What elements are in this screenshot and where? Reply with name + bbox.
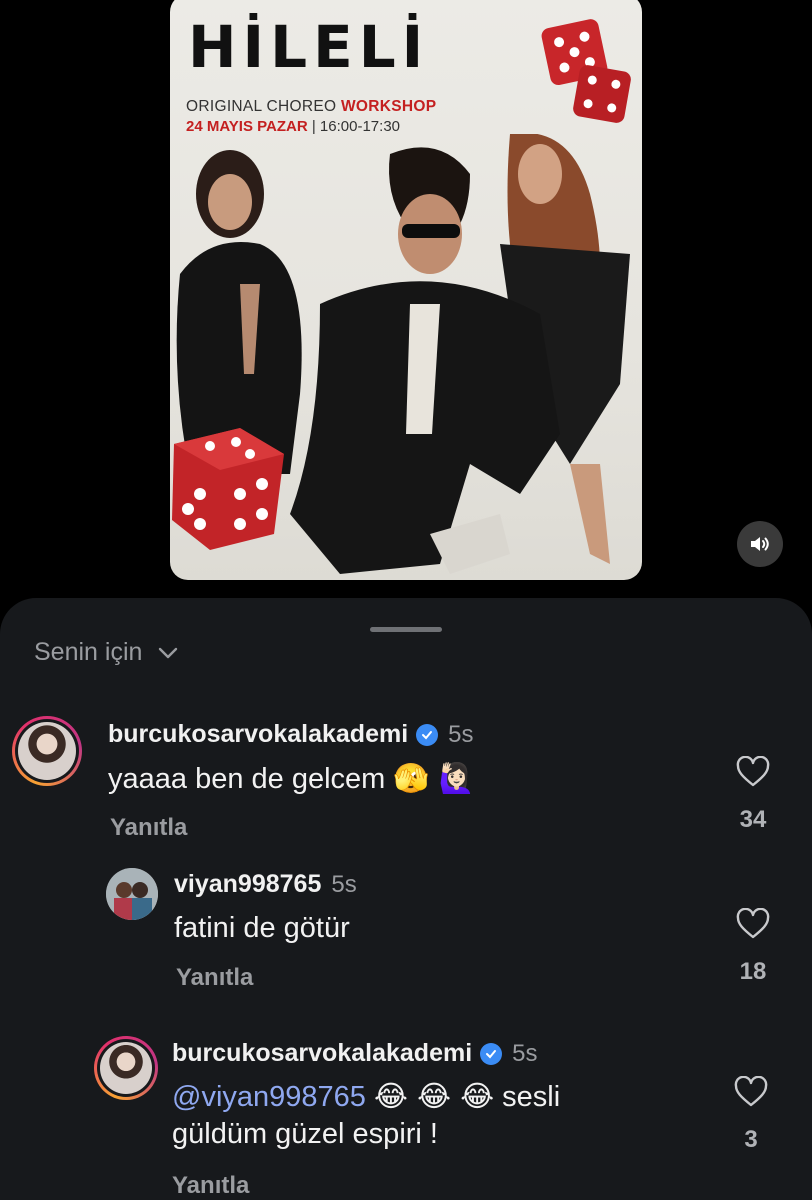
comment-time: 5s [512, 1039, 538, 1067]
comment-username[interactable]: burcukosarvokalakademi [108, 720, 408, 749]
comment-username[interactable]: viyan998765 [174, 870, 321, 899]
like-count: 34 [739, 806, 767, 833]
dice-bottom-illustration [172, 428, 284, 550]
media-area: HİLELİ ORIGINAL CHOREO WORKSHOP 24 MAYIS… [0, 0, 812, 600]
poster-subtitle: ORIGINAL CHOREO WORKSHOP [186, 98, 436, 116]
verified-badge-icon [416, 723, 439, 746]
heart-outline-icon[interactable] [733, 1076, 769, 1108]
reply-button[interactable]: Yanıtla [172, 1172, 249, 1200]
comment-text-line1: sesli [502, 1081, 561, 1113]
poster-title: HİLELİ [188, 13, 430, 81]
heart-outline-icon[interactable] [735, 908, 771, 940]
like-count: 3 [744, 1126, 758, 1153]
comments-sheet: Senin için burcukosarvokalakademi 5s yaa… [0, 598, 812, 1200]
like-count: 18 [739, 958, 767, 985]
avatar[interactable] [94, 1036, 158, 1100]
comment-time: 5s [331, 870, 357, 898]
chevron-down-icon [159, 647, 178, 658]
comment-header: burcukosarvokalakademi 5s [108, 720, 474, 749]
comment-header: viyan998765 5s [174, 870, 357, 899]
speaker-icon [751, 537, 769, 551]
like-control[interactable]: 18 [723, 908, 783, 986]
poster-date-accent: 24 MAYIS PAZAR [186, 118, 308, 135]
comment-text-body: yaaaa ben de gelcem [108, 763, 386, 795]
comment-emojis: 😂 😂 😂 [373, 1079, 495, 1113]
sort-label: Senin için [34, 638, 143, 666]
comment-text-line2: güldüm güzel espiri ! [172, 1118, 438, 1151]
reel-poster[interactable]: HİLELİ ORIGINAL CHOREO WORKSHOP 24 MAYIS… [170, 0, 642, 580]
comment-text: yaaaa ben de gelcem 🫣 🙋🏻‍♀️ [108, 760, 475, 798]
avatar[interactable] [12, 716, 82, 786]
comment-mention[interactable]: @viyan998765 [172, 1081, 366, 1113]
comment-text: fatini de götür [174, 912, 350, 944]
comment-username[interactable]: burcukosarvokalakademi [172, 1039, 472, 1068]
sort-selector[interactable]: Senin için [34, 638, 178, 667]
dice-top-illustration [541, 19, 631, 123]
poster-date: 24 MAYIS PAZAR | 16:00-17:30 [186, 118, 400, 135]
like-control[interactable]: 34 [723, 756, 783, 834]
reply-button[interactable]: Yanıtla [110, 814, 187, 842]
reply-button[interactable]: Yanıtla [176, 964, 253, 992]
heart-outline-icon[interactable] [735, 756, 771, 788]
poster-subtitle-accent: WORKSHOP [340, 98, 437, 115]
comment-emojis: 🫣 🙋🏻‍♀️ [393, 761, 475, 795]
poster-date-time: | 16:00-17:30 [307, 118, 401, 135]
sound-toggle-button[interactable] [737, 521, 783, 567]
comment-text: @viyan998765 😂 😂 😂 sesli güldüm güzel es… [172, 1078, 560, 1153]
verified-badge-icon [480, 1042, 503, 1065]
like-control[interactable]: 3 [721, 1076, 781, 1154]
avatar[interactable] [106, 868, 158, 920]
poster-subtitle-plain: ORIGINAL CHOREO [186, 98, 341, 115]
comment-time: 5s [448, 720, 474, 748]
comment-header: burcukosarvokalakademi 5s [172, 1039, 538, 1068]
sheet-drag-handle[interactable] [370, 627, 442, 632]
